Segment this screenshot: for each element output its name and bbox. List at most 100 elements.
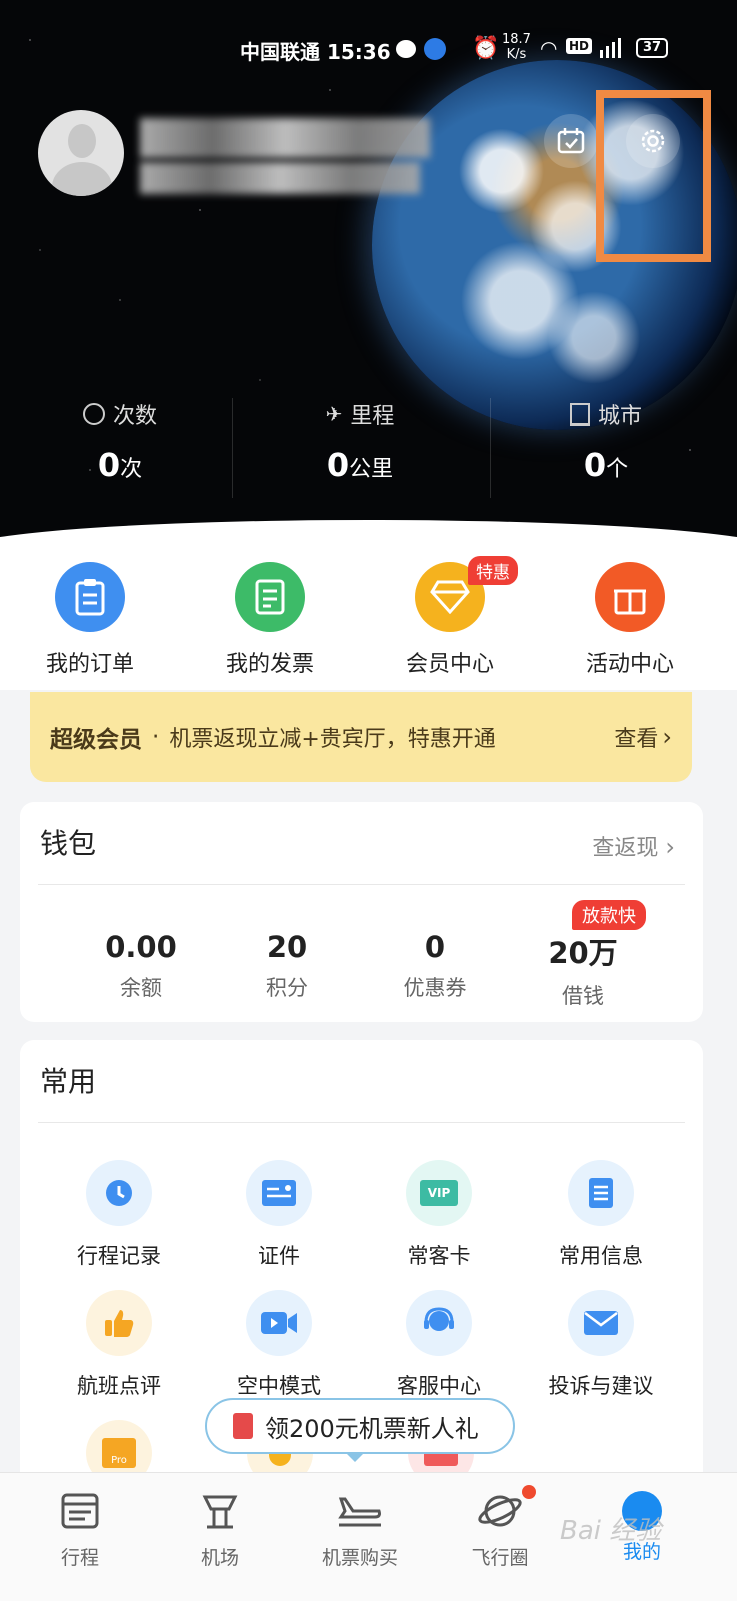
gift-icon xyxy=(595,562,665,632)
common-item-label: 常用信息 xyxy=(559,1244,643,1268)
signal-icon xyxy=(594,36,630,58)
username-blurred xyxy=(140,118,430,158)
common-item-label: 行程记录 xyxy=(77,1244,161,1268)
common-item-label: 证件 xyxy=(258,1244,300,1268)
member-level-blurred xyxy=(140,162,420,194)
quick-actions: 我的订单 我的发票 会员中心 特惠 活动中心 xyxy=(0,540,737,690)
quick-action-label: 我的订单 xyxy=(45,652,134,677)
common-info-button[interactable]: 常用信息 xyxy=(526,1160,676,1270)
calendar-icon xyxy=(557,128,585,154)
stat-label-text: 里程 xyxy=(350,404,395,429)
stat-mileage-value: 0公里 xyxy=(240,446,480,484)
wallet-balance[interactable]: 0.00 余额 xyxy=(66,930,216,1002)
complaints-suggestions-button[interactable]: 投诉与建议 xyxy=(526,1290,676,1400)
common-item-label: 空中模式 xyxy=(237,1374,321,1398)
wallet-label: 优惠券 xyxy=(403,976,467,1000)
red-envelope-icon xyxy=(233,1413,253,1439)
my-orders-button[interactable]: 我的订单 xyxy=(20,562,160,678)
stat-unit: 次 xyxy=(120,457,143,482)
wallet-value: 0.00 xyxy=(105,930,177,964)
nav-label: 机票购买 xyxy=(321,1547,398,1569)
customer-service-button[interactable]: 客服中心 xyxy=(364,1290,514,1400)
wallet-label: 余额 xyxy=(120,976,162,1000)
card-divider xyxy=(38,1122,685,1123)
member-center-button[interactable]: 会员中心 特惠 xyxy=(380,556,520,678)
stat-unit: 个 xyxy=(606,457,629,482)
nav-flight-circle[interactable]: 飞行圈 xyxy=(430,1485,570,1570)
check-cashback-label: 查返现 xyxy=(592,836,659,861)
new-user-gift-bubble[interactable]: 领200元机票新人礼 xyxy=(205,1398,515,1454)
vip-card-icon: VIP xyxy=(406,1160,472,1226)
banner-text: 机票返现立减+贵宾厅，特惠开通 xyxy=(169,727,496,752)
nav-airport[interactable]: 机场 xyxy=(150,1487,290,1570)
common-item-label: 常客卡 xyxy=(407,1244,471,1268)
avatar[interactable] xyxy=(38,110,124,196)
hd-icon: HD xyxy=(566,38,593,54)
clock-icon xyxy=(86,1160,152,1226)
carrier-time: 中国联通 15:36 xyxy=(240,40,391,64)
notification-dot xyxy=(522,1485,536,1499)
check-cashback-link[interactable]: 查返现 › xyxy=(592,830,675,862)
order-clipboard-icon xyxy=(55,562,125,632)
common-item-label: 客服中心 xyxy=(397,1374,481,1398)
stat-label-text: 次数 xyxy=(112,404,157,429)
frequent-flyer-card-button[interactable]: VIP 常客卡 xyxy=(364,1160,514,1270)
wallet-loan[interactable]: 20万 借钱 放款快 xyxy=(508,900,658,1010)
plane-icon: ✈ xyxy=(325,402,343,426)
stat-divider xyxy=(232,398,233,498)
thumbs-up-icon xyxy=(86,1290,152,1356)
my-invoices-button[interactable]: 我的发票 xyxy=(200,562,340,678)
super-member-banner[interactable]: 超级会员 · 机票返现立减+贵宾厅，特惠开通 查看 › xyxy=(30,692,692,782)
nav-label: 机场 xyxy=(200,1547,239,1569)
nav-label: 飞行圈 xyxy=(471,1547,529,1569)
stat-cities-label: 城市 xyxy=(486,398,726,430)
stat-number: 0 xyxy=(326,446,350,484)
id-card-icon xyxy=(246,1160,312,1226)
video-camera-icon xyxy=(246,1290,312,1356)
nav-buy-tickets[interactable]: 机票购买 xyxy=(290,1487,430,1570)
airport-tower-icon xyxy=(202,1495,238,1529)
trip-history-button[interactable]: 行程记录 xyxy=(44,1160,194,1270)
stat-trips-label: 次数 xyxy=(0,398,240,430)
chevron-right-icon: › xyxy=(665,833,675,861)
profile-hero: 中国联通 15:36 ⏰ 18.7 K/s ◠ HD 37 次数 0次 ✈ 里程… xyxy=(0,0,737,560)
plane-icon xyxy=(338,1497,381,1527)
quick-action-label: 活动中心 xyxy=(585,652,674,677)
clock-icon xyxy=(82,403,105,425)
new-user-gift-text: 领200元机票新人礼 xyxy=(265,1414,479,1443)
in-flight-mode-button[interactable]: 空中模式 xyxy=(204,1290,354,1400)
wallet-value: 20万 xyxy=(548,936,618,970)
stat-trips[interactable]: 次数 0次 xyxy=(0,398,240,484)
invoice-icon xyxy=(235,562,305,632)
building-icon xyxy=(569,402,590,426)
stat-label-text: 城市 xyxy=(597,404,642,429)
quick-action-label: 会员中心 xyxy=(405,652,494,677)
document-icon xyxy=(568,1160,634,1226)
stat-trips-value: 0次 xyxy=(0,446,240,484)
common-item-label: 航班点评 xyxy=(77,1374,161,1398)
stat-mileage[interactable]: ✈ 里程 0公里 xyxy=(240,398,480,484)
wallet-label: 借钱 xyxy=(562,984,604,1008)
flight-review-button[interactable]: 航班点评 xyxy=(44,1290,194,1400)
id-documents-button[interactable]: 证件 xyxy=(204,1160,354,1270)
pro-text: Pro xyxy=(102,1438,136,1468)
wifi-icon: ◠ xyxy=(540,36,558,60)
watermark: Bai 经验 xyxy=(560,1516,662,1546)
stat-unit: 公里 xyxy=(349,457,394,482)
mail-icon xyxy=(568,1290,634,1356)
banner-view-link[interactable]: 查看 xyxy=(614,721,658,753)
special-offer-badge: 特惠 xyxy=(468,556,518,585)
calendar-button[interactable] xyxy=(544,114,598,168)
nav-itinerary[interactable]: 行程 xyxy=(10,1487,150,1570)
stat-cities[interactable]: 城市 0个 xyxy=(486,398,726,484)
wallet-card: 钱包 查返现 › 0.00 余额 20 积分 0 优惠券 20万 借钱 放款快 xyxy=(20,802,703,1022)
fast-loan-badge: 放款快 xyxy=(572,900,646,930)
wallet-coupons[interactable]: 0 优惠券 xyxy=(360,930,510,1002)
wallet-points[interactable]: 20 积分 xyxy=(212,930,362,1002)
wallet-title: 钱包 xyxy=(40,827,97,860)
stat-mileage-label: ✈ 里程 xyxy=(240,398,480,430)
activity-center-button[interactable]: 活动中心 xyxy=(560,562,700,678)
battery-icon: 37 xyxy=(636,38,668,58)
stat-cities-value: 0个 xyxy=(486,446,726,484)
net-speed-unit: K/s xyxy=(506,47,527,62)
